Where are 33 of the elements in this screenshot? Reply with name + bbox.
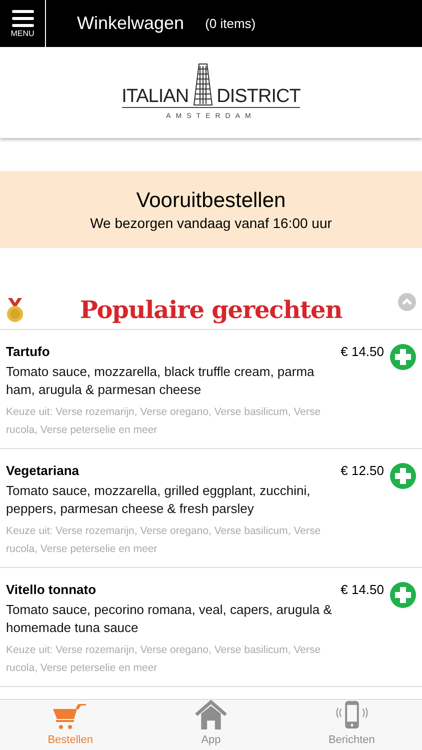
dish-options: Keuze uit: Verse rozemarijn, Verse oregano, Verse basilicum, Verse rucola, Verse peterselie en meer <box>6 522 336 558</box>
add-button[interactable] <box>390 344 416 370</box>
medal-icon <box>5 298 25 323</box>
chevron-up-icon <box>402 298 412 306</box>
dish-name: Tartufo <box>6 343 51 361</box>
logo-text: DISTRICT <box>216 86 300 106</box>
add-button[interactable] <box>390 582 416 608</box>
banner-subtitle: We bezorgen vandaag vanaf 16:00 uur <box>90 216 332 230</box>
tab[interactable]: Bestellen <box>0 700 141 750</box>
tab[interactable]: App <box>140 700 282 750</box>
dish-price: € 12.50 <box>340 462 384 480</box>
dish-options: Keuze uit: Verse rozemarijn, Verse oregano, Verse basilicum, Verse rucola, Verse peterselie en meer <box>6 403 336 439</box>
dish-options: Keuze uit: Verse rozemarijn, Verse oregano, Verse basilicum, Verse rucola, Verse peterselie en meer <box>6 641 336 677</box>
section-title: Populaire gerechten <box>80 294 342 326</box>
dish-description: Tomato sauce, mozzarella, black truffle cream, parma ham, arugula & parmesan cheese <box>6 363 316 399</box>
tab[interactable]: Berichten <box>281 700 422 750</box>
cart-count: (0 items) <box>205 14 256 33</box>
menu-button[interactable]: MENU <box>0 0 46 47</box>
banner-title: Vooruitbestellen <box>136 190 286 210</box>
tower-icon <box>192 62 214 106</box>
dish-description: Tomato sauce, mozzarella, grilled eggplant, zucchini, peppers, parmesan cheese & fresh parsley <box>6 482 312 518</box>
logo-text: ITALIAN <box>122 86 189 106</box>
dish-name: Vitello tonnato <box>6 581 98 599</box>
collapse-button[interactable] <box>398 293 416 311</box>
menu-icon <box>12 10 34 26</box>
home-icon <box>194 700 228 730</box>
page-title: Winkelwagen <box>77 12 184 35</box>
dish-name: Vegetariana <box>6 462 80 480</box>
cart-icon <box>53 704 88 730</box>
add-button[interactable] <box>390 463 416 489</box>
dish-description: Tomato sauce, pecorino romana, veal, capers, arugula & homemade tuna sauce <box>6 601 333 637</box>
dish-price: € 14.50 <box>340 581 384 599</box>
dish-price: € 14.50 <box>340 343 384 361</box>
